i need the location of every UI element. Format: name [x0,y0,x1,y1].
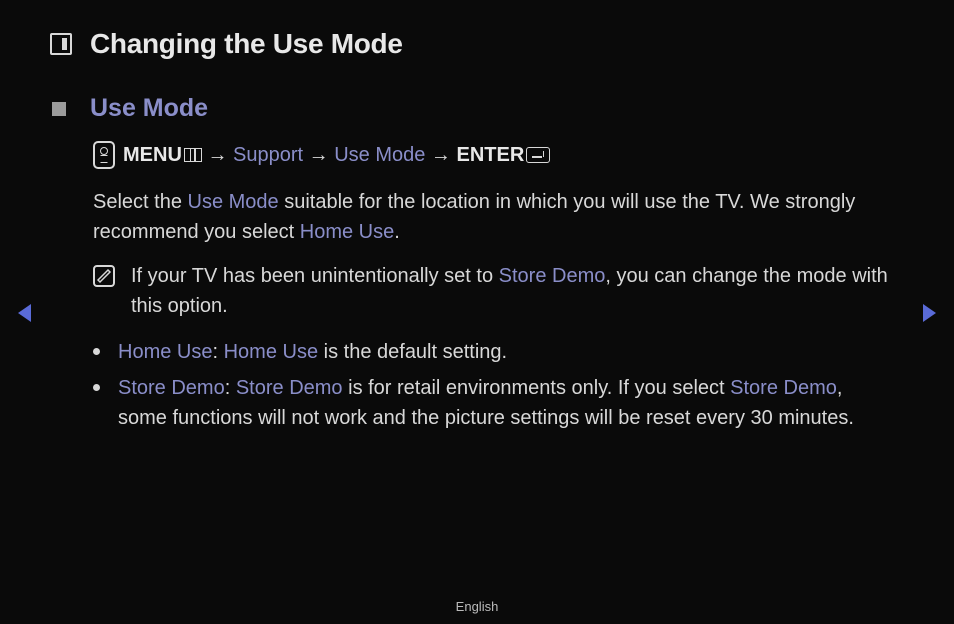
square-bullet-icon [52,102,66,116]
section-heading: Use Mode [90,94,208,123]
home-use-link: Home Use [224,341,318,363]
page-title: Changing the Use Mode [90,28,403,60]
home-use-link: Home Use [300,221,394,243]
page-title-row: Changing the Use Mode [0,0,954,60]
list-item: Home Use: Home Use is the default settin… [93,331,894,367]
home-use-link: Home Use [118,341,212,363]
note-a: If your TV has been unintentionally set … [131,265,499,287]
remote-icon [93,141,115,169]
menu-grid-icon [184,148,202,162]
section-heading-row: Use Mode [0,60,954,123]
prev-page-button[interactable] [18,304,31,322]
arrow-icon: → [431,144,451,166]
note-row: If your TV has been unintentionally set … [0,247,954,321]
menu-path-support: Support [233,144,303,166]
enter-label: ENTER [456,144,524,166]
store-demo-link: Store Demo [118,377,225,399]
menu-label: MENU [123,144,182,166]
bullet-list: Home Use: Home Use is the default settin… [0,321,954,433]
home-rest: is the default setting. [318,341,507,363]
next-page-button[interactable] [923,304,936,322]
colon: : [225,377,236,399]
bullet-icon [93,384,100,391]
menu-path-usemode: Use Mode [334,144,425,166]
use-mode-link: Use Mode [188,191,279,213]
enter-icon [526,147,550,163]
body-text-c: . [394,221,400,243]
arrow-icon: → [207,144,227,166]
list-item: Store Demo: Store Demo is for retail env… [93,367,894,433]
bullet-store-text: Store Demo: Store Demo is for retail env… [118,373,894,433]
bullet-icon [93,348,100,355]
menu-path: MENU → Support → Use Mode → ENTER [0,123,954,169]
footer-language: English [0,599,954,614]
book-icon [50,33,72,55]
bullet-home-text: Home Use: Home Use is the default settin… [118,337,507,367]
store-demo-link: Store Demo [236,377,343,399]
store-demo-link: Store Demo [499,265,606,287]
store-demo-link: Store Demo [730,377,837,399]
colon: : [212,341,223,363]
menu-path-text: MENU → Support → Use Mode → ENTER [123,144,550,167]
body-text-a: Select the [93,191,188,213]
arrow-icon: → [309,144,329,166]
store-mid: is for retail environments only. If you … [343,377,731,399]
note-icon [93,265,115,287]
body-paragraph: Select the Use Mode suitable for the loc… [0,169,954,247]
note-text: If your TV has been unintentionally set … [131,261,894,321]
